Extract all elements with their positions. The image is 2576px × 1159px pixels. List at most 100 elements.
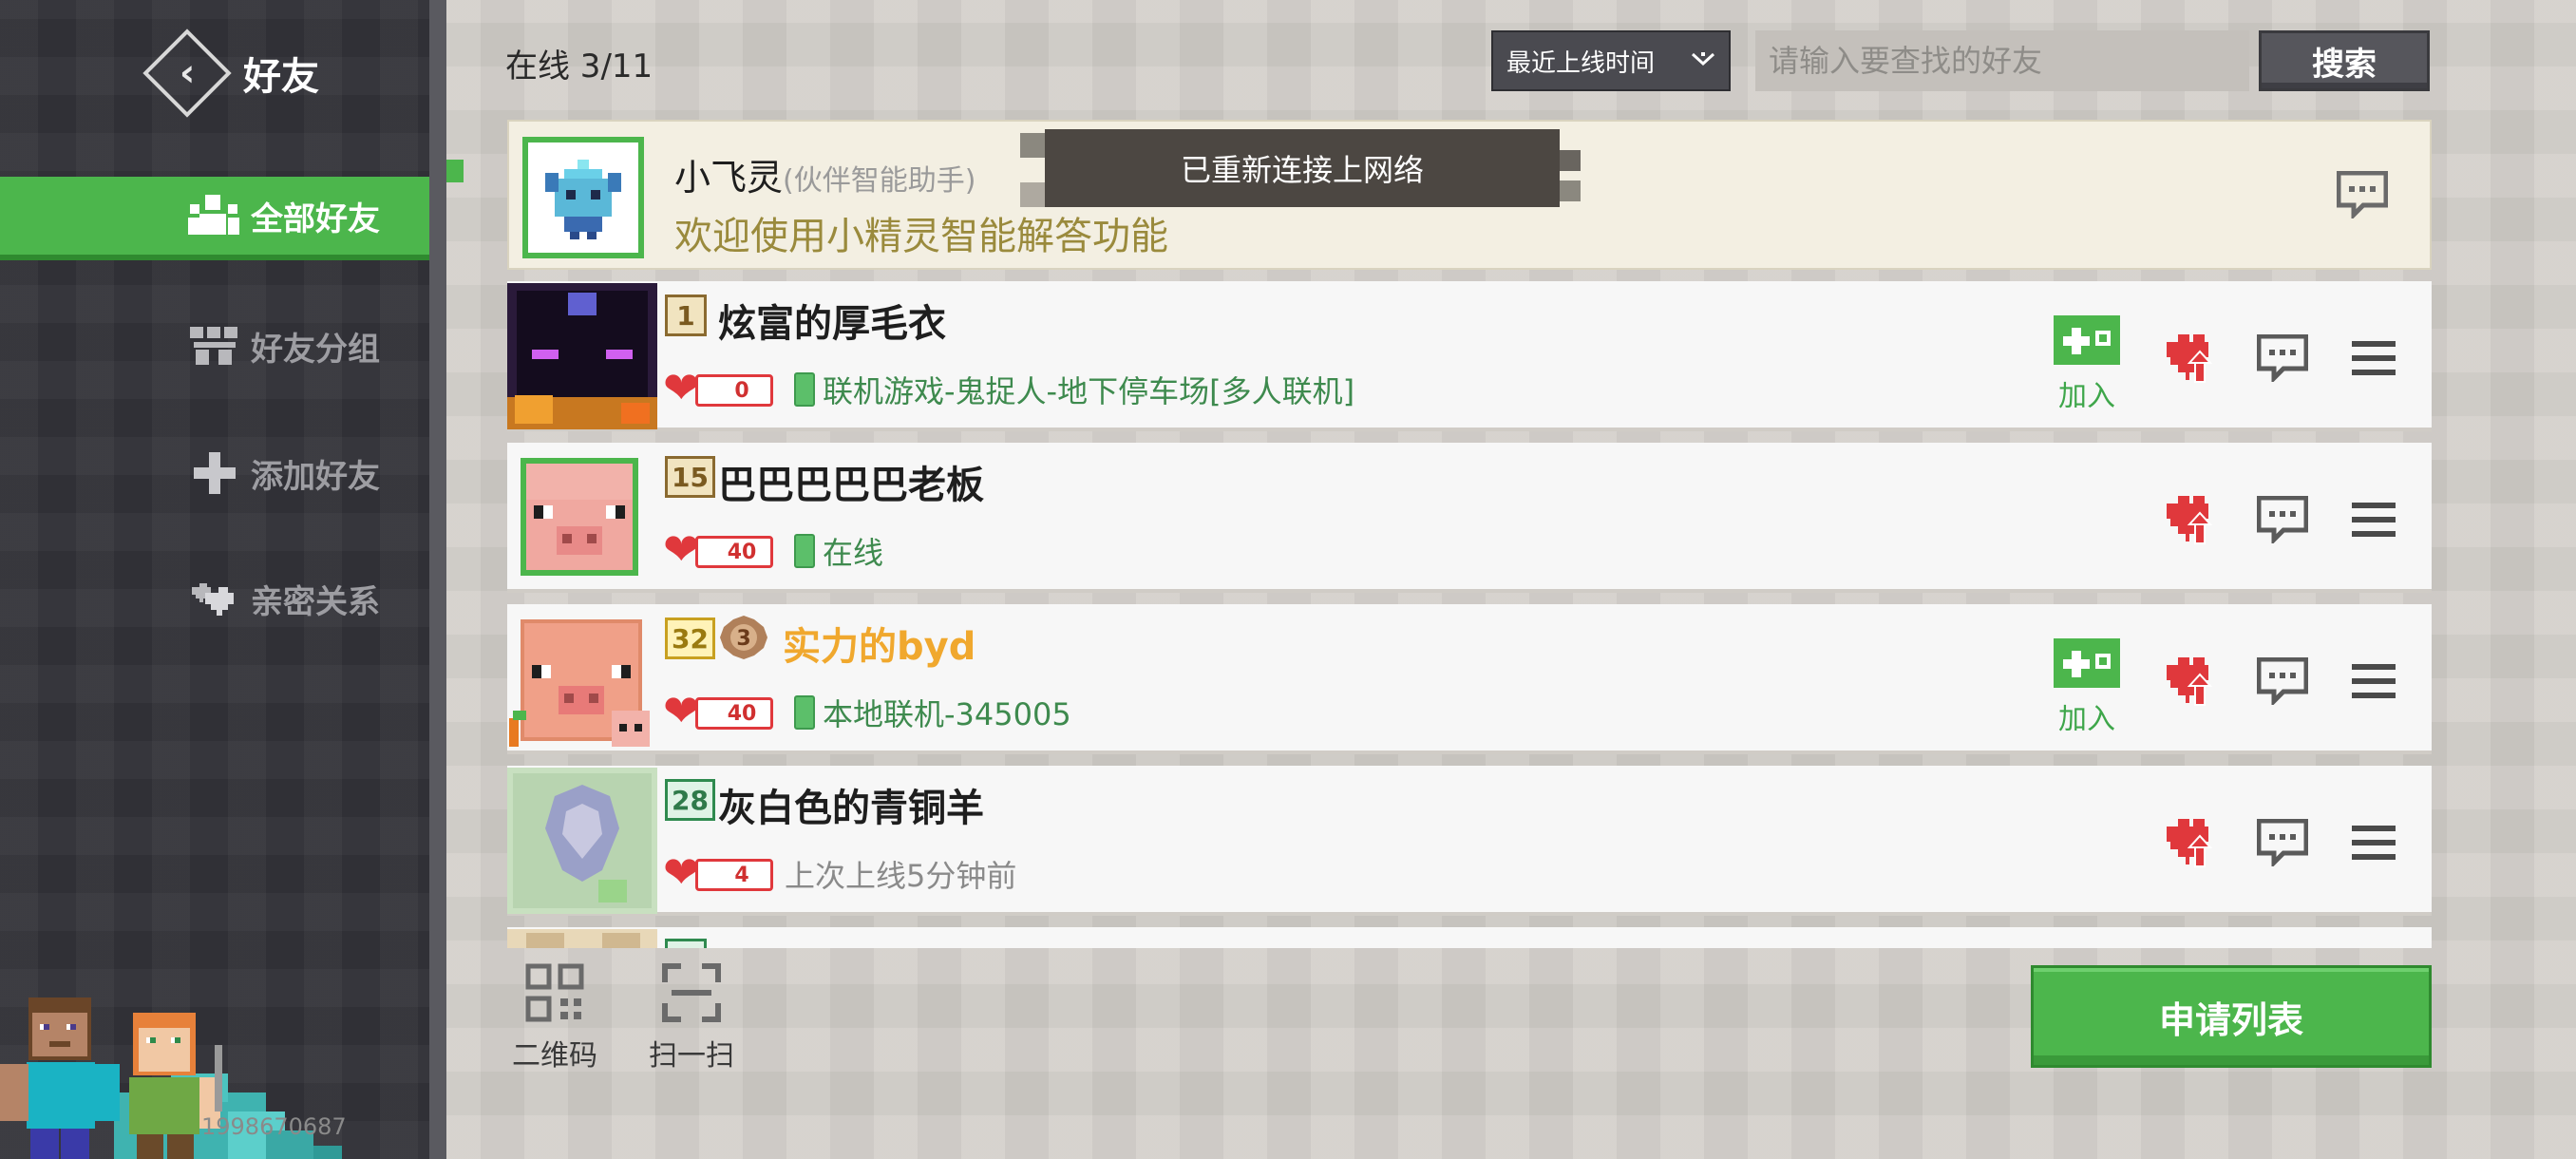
phone-icon (794, 372, 815, 407)
group-icon (188, 319, 241, 372)
phone-icon (794, 695, 815, 730)
friend-status-text: 本地联机-345005 (823, 696, 1071, 732)
menu-icon[interactable] (2344, 813, 2403, 872)
heart-count: 4 (695, 859, 773, 891)
friend-row[interactable]: 1 炫富的厚毛衣 ❤ 0 联机游戏-鬼捉人-地下停车场[多人联机] 加入 (507, 281, 2432, 431)
scan-label: 扫一扫 (649, 1039, 734, 1073)
assistant-name-text: 小飞灵 (674, 157, 784, 199)
row-actions (2162, 490, 2403, 549)
join-button[interactable]: 加入 (2044, 315, 2130, 414)
level-badge: 1 (665, 294, 707, 336)
join-button[interactable]: 加入 (2044, 638, 2130, 737)
menu-icon[interactable] (2344, 652, 2403, 711)
friend-name[interactable]: 灰白色的青铜羊 (718, 777, 984, 832)
back-button[interactable]: ‹ (142, 28, 232, 118)
join-label: 加入 (2058, 703, 2115, 736)
heart-badge: ❤ 40 (663, 685, 775, 736)
page-title: 好友 (243, 55, 319, 99)
friend-row-partial[interactable] (507, 927, 2432, 948)
chat-icon[interactable] (2253, 329, 2312, 388)
sidebar-item-label: 添加好友 (251, 457, 380, 496)
heart-badge: ❤ 4 (663, 846, 775, 898)
sidebar-item-add-friend[interactable]: 添加好友 (0, 431, 446, 515)
friend-status: 联机游戏-鬼捉人-地下停车场[多人联机] (794, 369, 1354, 410)
friend-avatar (507, 768, 657, 914)
friend-avatar (507, 283, 657, 429)
qr-code-button[interactable]: 二维码 (507, 963, 602, 1074)
toast-pixel (1560, 150, 1581, 171)
sidebar-item-friend-groups[interactable]: 好友分组 (0, 304, 446, 388)
row-actions (2162, 329, 2403, 388)
search-button[interactable]: 搜索 (2259, 30, 2430, 91)
toast-pixel (1560, 180, 1581, 201)
qr-code-label: 二维码 (512, 1039, 597, 1073)
sidebar-header: ‹ 好友 (142, 28, 389, 118)
sidebar-item-label: 全部好友 (251, 200, 380, 238)
chevron-down-icon (1691, 48, 1715, 76)
sidebar-item-intimacy[interactable]: 亲密关系 (0, 557, 446, 640)
sidebar-divider (429, 0, 446, 1159)
chat-icon[interactable] (2253, 490, 2312, 549)
heart-icon: ❤ (663, 685, 700, 736)
send-heart-icon[interactable] (2162, 329, 2221, 388)
qr-code-icon (525, 963, 584, 1026)
send-heart-icon[interactable] (2162, 652, 2221, 711)
friend-name[interactable]: 巴巴巴巴巴老板 (718, 454, 984, 509)
toast-pixel (1020, 133, 1045, 158)
chat-icon[interactable] (2253, 652, 2312, 711)
chat-icon[interactable] (2336, 170, 2389, 222)
phone-icon (794, 534, 815, 568)
friend-status: 本地联机-345005 (794, 692, 1071, 733)
join-label: 加入 (2058, 380, 2115, 413)
people-icon (188, 189, 241, 242)
sort-selected-label: 最近上线时间 (1506, 48, 1656, 78)
heart-icon: ❤ (663, 523, 700, 575)
gamepad-icon (2054, 315, 2120, 365)
sidebar-item-all-friends[interactable]: 全部好友 (0, 177, 446, 260)
level-badge: 28 (665, 779, 715, 821)
chat-icon[interactable] (2253, 813, 2312, 872)
back-arrow-icon: ‹ (179, 50, 196, 95)
friend-row[interactable]: 15 巴巴巴巴巴老板 ❤ 40 在线 (507, 443, 2432, 593)
user-id: 1998670687 (201, 1113, 347, 1140)
friend-avatar (521, 458, 638, 576)
level-badge-partial (665, 939, 707, 948)
menu-icon[interactable] (2344, 329, 2403, 388)
friend-status: 上次上线5分钟前 (785, 853, 1016, 895)
friend-status-text: 上次上线5分钟前 (785, 858, 1017, 894)
friend-name[interactable]: 炫富的厚毛衣 (718, 293, 946, 348)
heart-count: 40 (695, 536, 773, 568)
row-actions (2162, 652, 2403, 711)
assistant-tag: (伙伴智能助手) (783, 164, 976, 198)
friend-status-text: 联机游戏-鬼捉人-地下停车场[多人联机] (823, 373, 1355, 409)
assistant-message: 欢迎使用小精灵智能解答功能 (674, 215, 1168, 258)
level-badge: 32 (665, 618, 715, 659)
friend-list[interactable]: 小飞灵(伙伴智能助手) 欢迎使用小精灵智能解答功能 已重新连接上网络 1 炫富的… (507, 120, 2432, 948)
gamepad-icon (2054, 638, 2120, 688)
friend-row[interactable]: 28 灰白色的青铜羊 ❤ 4 上次上线5分钟前 (507, 766, 2432, 916)
menu-icon[interactable] (2344, 490, 2403, 549)
scan-button[interactable]: 扫一扫 (644, 963, 739, 1074)
friend-avatar (507, 929, 657, 948)
sidebar: ‹ 好友 全部好友 好友分组 添加好友 亲密关系 1998670687 (0, 0, 464, 1159)
online-count: 在线 3/11 (505, 48, 653, 86)
heart-badge: ❤ 0 (663, 366, 775, 410)
heart-count: 40 (695, 697, 773, 730)
request-list-button[interactable]: 申请列表 (2031, 965, 2432, 1068)
friend-avatar (509, 619, 650, 747)
friend-row[interactable]: 32 3 实力的byd ❤ 40 本地联机-345005 加入 (507, 604, 2432, 754)
sort-dropdown[interactable]: 最近上线时间 (1491, 30, 1731, 91)
heart-badge: ❤ 40 (663, 523, 775, 575)
toast-notification: 已重新连接上网络 (1045, 129, 1560, 207)
scan-icon (662, 963, 721, 1026)
friend-status: 在线 (794, 530, 883, 572)
friend-name[interactable]: 实力的byd (783, 616, 975, 671)
sidebar-item-label: 亲密关系 (251, 582, 380, 621)
send-heart-icon[interactable] (2162, 490, 2221, 549)
assistant-row[interactable]: 小飞灵(伙伴智能助手) 欢迎使用小精灵智能解答功能 已重新连接上网络 (507, 120, 2432, 270)
heart-count: 0 (695, 374, 773, 407)
level-badge: 15 (665, 456, 715, 498)
search-input[interactable] (1755, 30, 2249, 91)
send-heart-icon[interactable] (2162, 813, 2221, 872)
heart-icon: ❤ (663, 846, 700, 898)
